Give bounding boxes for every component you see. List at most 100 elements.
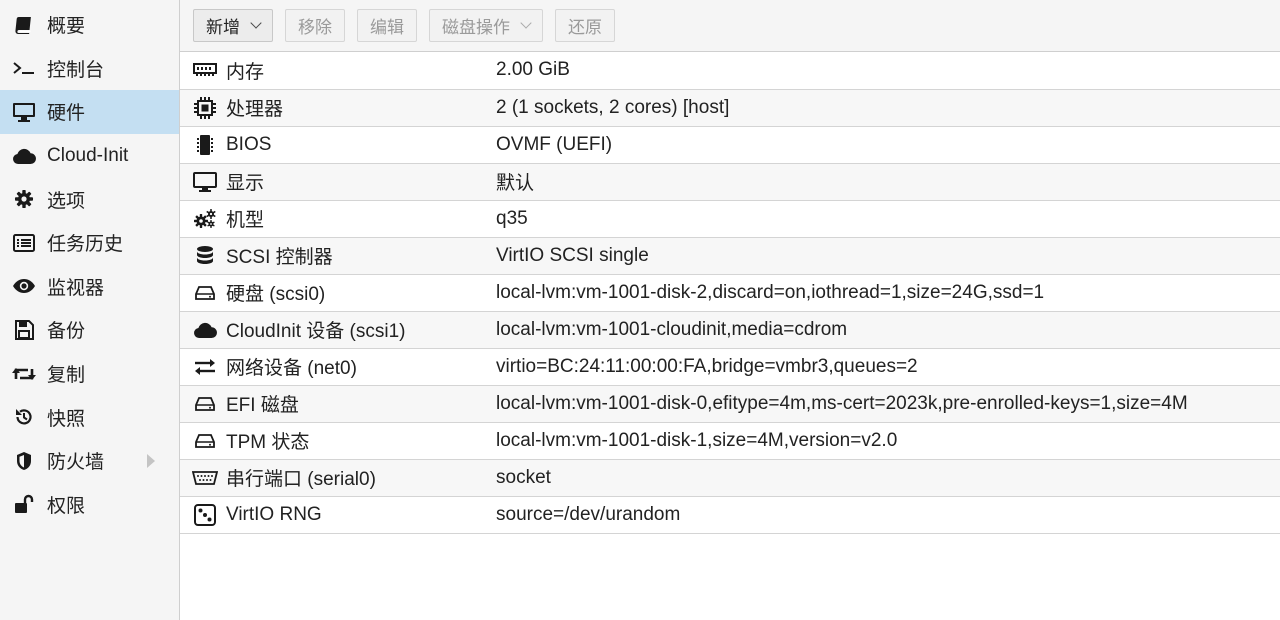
cogs-icon (192, 207, 218, 231)
sidebar-item-console[interactable]: 控制台 (0, 47, 179, 91)
table-row[interactable]: VirtIO RNG source=/dev/urandom (180, 496, 1280, 533)
memory-icon (192, 58, 218, 82)
table-row[interactable]: CloudInit 设备 (scsi1) local-lvm:vm-1001-c… (180, 311, 1280, 348)
table-row[interactable]: 显示 默认 (180, 163, 1280, 200)
hardware-name: SCSI 控制器 (226, 247, 333, 268)
sidebar-item-permissions[interactable]: 权限 (0, 483, 179, 527)
sidebar-item-label: 概要 (47, 16, 86, 38)
table-row[interactable]: 网络设备 (net0) virtio=BC:24:11:00:00:FA,bri… (180, 348, 1280, 385)
cloud-icon (192, 318, 218, 342)
table-row[interactable]: 串行端口 (serial0) socket (180, 459, 1280, 496)
sidebar-item-label: Cloud-Init (47, 144, 129, 166)
toolbar: 新增 移除 编辑 磁盘操作 还原 (180, 0, 1280, 52)
exchange-icon (192, 355, 218, 379)
hardware-value: virtio=BC:24:11:00:00:FA,bridge=vmbr3,qu… (496, 355, 918, 377)
remove-button[interactable]: 移除 (285, 9, 345, 42)
hardware-value: local-lvm:vm-1001-disk-0,efitype=4m,ms-c… (496, 392, 1188, 414)
hardware-value: OVMF (UEFI) (496, 133, 613, 155)
hdd-icon (192, 392, 218, 416)
sidebar-item-label: 防火墙 (47, 452, 105, 474)
hardware-value: VirtIO SCSI single (496, 244, 649, 266)
terminal-icon (12, 57, 36, 79)
sidebar-item-task-history[interactable]: 任务历史 (0, 221, 179, 265)
table-row[interactable]: 内存 2.00 GiB (180, 52, 1280, 89)
hdd-icon (192, 429, 218, 453)
sidebar: 概要 控制台 硬件 Cloud-Init 选项 任务历史 监视器 备份 复制 快… (0, 0, 180, 620)
dice-icon (192, 503, 218, 527)
hardware-value: 默认 (496, 173, 535, 194)
edit-button-label: 编辑 (370, 18, 404, 37)
sidebar-item-label: 复制 (47, 365, 86, 387)
hardware-value: local-lvm:vm-1001-disk-1,size=4M,version… (496, 429, 898, 451)
table-row[interactable]: EFI 磁盘 local-lvm:vm-1001-disk-0,efitype=… (180, 385, 1280, 422)
hardware-name: 机型 (226, 210, 265, 231)
cloud-icon (12, 145, 36, 167)
book-icon (12, 14, 36, 36)
sidebar-item-label: 选项 (47, 190, 86, 212)
table-row[interactable]: 硬盘 (scsi0) local-lvm:vm-1001-disk-2,disc… (180, 274, 1280, 311)
revert-button-label: 还原 (568, 18, 602, 37)
hardware-value: q35 (496, 207, 528, 229)
hardware-name: 内存 (226, 61, 265, 83)
sidebar-item-monitor[interactable]: 监视器 (0, 265, 179, 309)
sidebar-item-hardware[interactable]: 硬件 (0, 90, 179, 134)
retweet-icon (12, 363, 36, 385)
hardware-name: 显示 (226, 173, 265, 194)
monitor-icon (12, 101, 36, 123)
table-row[interactable]: TPM 状态 local-lvm:vm-1001-disk-1,size=4M,… (180, 422, 1280, 459)
table-row[interactable]: BIOS OVMF (UEFI) (180, 126, 1280, 163)
hardware-value: socket (496, 466, 551, 488)
hardware-panel: 新增 移除 编辑 磁盘操作 还原 内存 2.00 GiB 处理器 2 (1 so… (180, 0, 1280, 620)
hardware-name: CloudInit 设备 (scsi1) (226, 321, 406, 342)
hardware-value: 2.00 GiB (496, 59, 570, 81)
chevron-down-icon (520, 17, 532, 29)
hardware-name: VirtIO RNG (226, 503, 322, 525)
sidebar-item-label: 监视器 (47, 277, 105, 299)
hardware-value: 2 (1 sockets, 2 cores) [host] (496, 96, 730, 118)
hardware-name: BIOS (226, 133, 272, 155)
revert-button[interactable]: 还原 (555, 9, 615, 42)
table-row[interactable]: 处理器 2 (1 sockets, 2 cores) [host] (180, 89, 1280, 126)
add-button-label: 新增 (206, 18, 240, 37)
sidebar-item-label: 权限 (47, 495, 86, 517)
table-row[interactable]: 机型 q35 (180, 200, 1280, 237)
shield-icon (12, 450, 36, 472)
expand-arrow-icon[interactable] (147, 453, 155, 468)
add-button[interactable]: 新增 (193, 9, 273, 42)
eye-icon (12, 275, 36, 297)
sidebar-item-summary[interactable]: 概要 (0, 3, 179, 47)
floppy-disk-icon (12, 319, 36, 341)
hardware-name: TPM 状态 (226, 432, 310, 453)
sidebar-item-label: 控制台 (47, 59, 105, 81)
sidebar-item-replication[interactable]: 复制 (0, 352, 179, 396)
chip-icon (192, 133, 218, 157)
sidebar-item-firewall[interactable]: 防火墙 (0, 439, 179, 483)
remove-button-label: 移除 (298, 18, 332, 37)
sidebar-item-label: 备份 (47, 321, 86, 343)
sidebar-item-label: 任务历史 (47, 234, 124, 256)
table-row[interactable]: SCSI 控制器 VirtIO SCSI single (180, 237, 1280, 274)
list-icon (12, 232, 36, 254)
sidebar-item-options[interactable]: 选项 (0, 177, 179, 221)
hardware-table: 内存 2.00 GiB 处理器 2 (1 sockets, 2 cores) [… (180, 52, 1280, 534)
database-icon (192, 244, 218, 268)
hardware-name: 网络设备 (net0) (226, 358, 357, 379)
hardware-value: source=/dev/urandom (496, 503, 681, 525)
sidebar-item-backup[interactable]: 备份 (0, 308, 179, 352)
hardware-value: local-lvm:vm-1001-cloudinit,media=cdrom (496, 318, 848, 340)
gear-icon (12, 188, 36, 210)
sidebar-item-label: 硬件 (47, 103, 86, 125)
hdd-icon (192, 281, 218, 305)
sidebar-item-cloud-init[interactable]: Cloud-Init (0, 134, 179, 178)
app-window: 概要 控制台 硬件 Cloud-Init 选项 任务历史 监视器 备份 复制 快… (0, 0, 1280, 620)
unlock-icon (12, 493, 36, 515)
disk-action-button[interactable]: 磁盘操作 (429, 9, 543, 42)
hardware-name: EFI 磁盘 (226, 395, 299, 416)
hardware-name: 串行端口 (serial0) (226, 469, 376, 490)
hardware-name: 处理器 (226, 99, 284, 120)
edit-button[interactable]: 编辑 (357, 9, 417, 42)
sidebar-item-snapshots[interactable]: 快照 (0, 395, 179, 439)
desktop-icon (192, 170, 218, 194)
hardware-value: local-lvm:vm-1001-disk-2,discard=on,ioth… (496, 281, 1045, 303)
cpu-icon (192, 96, 218, 120)
